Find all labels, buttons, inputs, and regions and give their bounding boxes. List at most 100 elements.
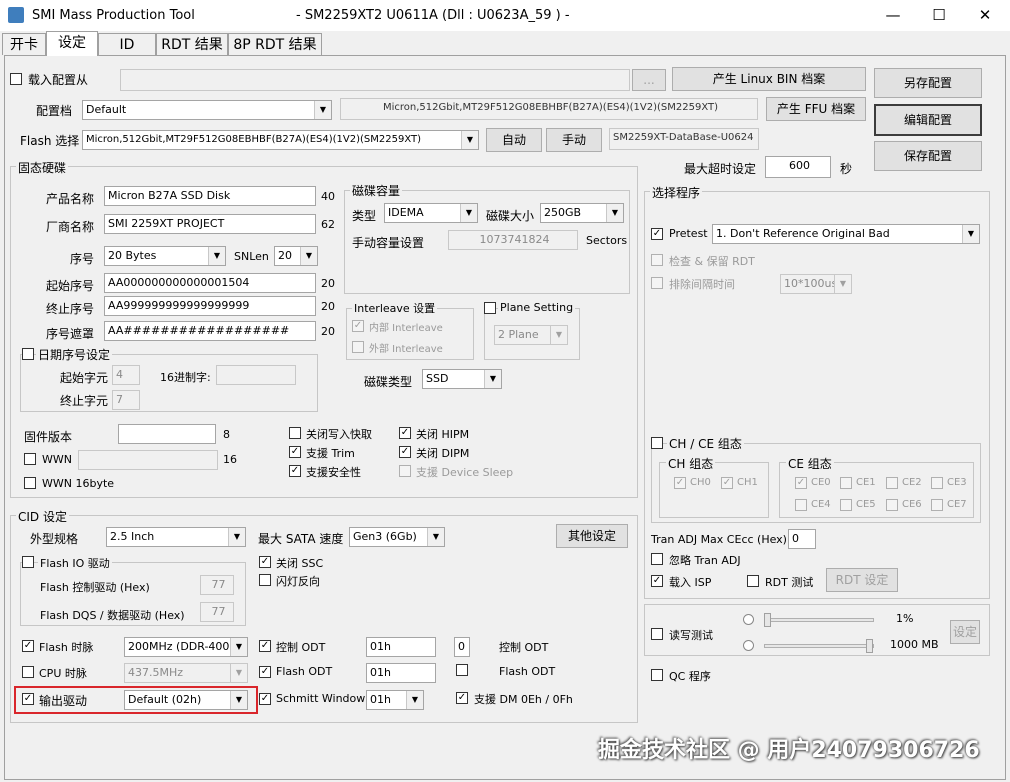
tab-open-card[interactable]: 开卡	[2, 33, 46, 55]
close-ssc-checkbox[interactable]: ✓	[259, 556, 271, 568]
manual-capacity-input[interactable]: 1073741824	[448, 230, 578, 250]
chce-checkbox[interactable]	[651, 437, 663, 449]
support-security-checkbox[interactable]: ✓	[289, 465, 301, 477]
snlen-select[interactable]: 20 ▼	[274, 246, 318, 266]
tab-settings[interactable]: 设定	[46, 31, 98, 56]
wwn-checkbox[interactable]	[24, 453, 36, 465]
rw-size-slider-thumb[interactable]	[866, 639, 873, 653]
end-serial-input[interactable]: AA999999999999999999	[104, 296, 316, 316]
schmitt-checkbox[interactable]: ✓	[259, 693, 271, 705]
ctrl-odt-input[interactable]: 01h	[366, 637, 436, 657]
ce3-checkbox[interactable]	[931, 477, 943, 489]
sata-speed-select[interactable]: Gen3 (6Gb) ▼	[349, 527, 445, 547]
linux-bin-button[interactable]: 产生 Linux BIN 档案	[672, 67, 866, 91]
flash-select[interactable]: Micron,512Gbit,MT29F512G08EBHBF(B27A)(ES…	[82, 130, 479, 150]
ce5-checkbox[interactable]	[840, 499, 852, 511]
rw-size-slider-track[interactable]	[764, 644, 874, 648]
load-config-checkbox[interactable]	[10, 73, 22, 85]
ctrl-odt2-input[interactable]: 0	[454, 637, 470, 657]
product-name-input[interactable]: Micron B27A SSD Disk	[104, 186, 316, 206]
output-drive-checkbox[interactable]: ✓	[22, 693, 34, 705]
auto-button[interactable]: 自动	[486, 128, 542, 152]
end-char-input[interactable]: 7	[112, 390, 140, 410]
rw-setting-button[interactable]: 设定	[950, 620, 980, 644]
flash-ctrl-input[interactable]: 77	[200, 575, 234, 595]
write-cache-checkbox[interactable]	[289, 427, 301, 439]
flash-io-checkbox[interactable]	[22, 556, 34, 568]
load-isp-checkbox[interactable]: ✓	[651, 575, 663, 587]
ctrl-odt-checkbox[interactable]: ✓	[259, 640, 271, 652]
ce4-checkbox[interactable]	[795, 499, 807, 511]
pretest-checkbox[interactable]: ✓	[651, 228, 663, 240]
wwn16-checkbox[interactable]	[24, 477, 36, 489]
save-config-button[interactable]: 保存配置	[874, 141, 982, 171]
check-rdt-checkbox[interactable]	[651, 254, 663, 266]
interval-select[interactable]: 10*100us ▼	[780, 274, 852, 294]
maximize-button[interactable]: ☐	[916, 0, 962, 31]
disk-type-select[interactable]: SSD ▼	[422, 369, 502, 389]
start-serial-input[interactable]: AA000000000000001504	[104, 273, 316, 293]
wwn-input[interactable]	[78, 450, 218, 470]
firmware-input[interactable]	[118, 424, 216, 444]
vendor-name-input[interactable]: SMI 2259XT PROJECT	[104, 214, 316, 234]
rw-size-radio[interactable]	[743, 640, 754, 651]
ce0-checkbox[interactable]: ✓	[795, 477, 807, 489]
flash-odt2-checkbox[interactable]	[456, 664, 468, 676]
pretest-select[interactable]: 1. Don't Reference Original Bad ▼	[712, 224, 980, 244]
timeout-input[interactable]: 600	[765, 156, 831, 178]
support-trim-checkbox[interactable]: ✓	[289, 446, 301, 458]
flash-dqs-input[interactable]: 77	[200, 602, 234, 622]
flash-clock-checkbox[interactable]: ✓	[22, 640, 34, 652]
serial-select[interactable]: 20 Bytes ▼	[104, 246, 226, 266]
tran-adj-input[interactable]: 0	[788, 529, 816, 549]
support-dm-checkbox[interactable]: ✓	[456, 692, 468, 704]
config-path-input[interactable]	[120, 69, 630, 91]
other-settings-button[interactable]: 其他设定	[556, 524, 628, 548]
start-char-input[interactable]: 4	[112, 365, 140, 385]
ffu-button[interactable]: 产生 FFU 档案	[766, 97, 866, 121]
minimize-button[interactable]: —	[870, 0, 916, 31]
plane-setting-checkbox[interactable]	[484, 302, 496, 314]
cpu-clock-checkbox[interactable]	[22, 666, 34, 678]
serial-mask-input[interactable]: AA##################	[104, 321, 316, 341]
close-dipm-checkbox[interactable]: ✓	[399, 446, 411, 458]
save-as-config-button[interactable]: 另存配置	[874, 68, 982, 98]
ce7-checkbox[interactable]	[931, 499, 943, 511]
rdt-setting-button[interactable]: RDT 设定	[826, 568, 898, 592]
ch1-checkbox[interactable]: ✓	[721, 477, 733, 489]
hex-char-input[interactable]	[216, 365, 296, 385]
ce6-checkbox[interactable]	[886, 499, 898, 511]
close-button[interactable]: ✕	[962, 0, 1008, 31]
rw-percent-slider-thumb[interactable]	[764, 613, 771, 627]
tab-id-table[interactable]: ID Table	[98, 33, 156, 75]
internal-interleave-checkbox[interactable]: ✓	[352, 320, 364, 332]
tab-rdt-result[interactable]: RDT 结果	[156, 33, 228, 55]
flash-reverse-checkbox[interactable]	[259, 574, 271, 586]
ce2-checkbox[interactable]	[886, 477, 898, 489]
rw-percent-slider-track[interactable]	[764, 618, 874, 622]
close-hipm-checkbox[interactable]: ✓	[399, 427, 411, 439]
config-select[interactable]: Default ▼	[82, 100, 332, 120]
device-sleep-checkbox[interactable]	[399, 465, 411, 477]
flash-odt-checkbox[interactable]: ✓	[259, 666, 271, 678]
tab-8p-rdt-result[interactable]: 8P RDT 结果	[228, 33, 322, 55]
edit-config-button[interactable]: 编辑配置	[874, 104, 982, 136]
browse-button[interactable]: ...	[632, 69, 666, 91]
plane-select[interactable]: 2 Plane ▼	[494, 325, 568, 345]
manual-button[interactable]: 手动	[546, 128, 602, 152]
rdt-test-checkbox[interactable]	[747, 575, 759, 587]
schmitt-select[interactable]: 01h ▼	[366, 690, 424, 710]
date-serial-checkbox[interactable]	[22, 348, 34, 360]
output-drive-select[interactable]: Default (02h) ▼	[124, 690, 248, 710]
disk-size-select[interactable]: 250GB ▼	[540, 203, 624, 223]
capacity-type-select[interactable]: IDEMA ▼	[384, 203, 478, 223]
exclude-interval-checkbox[interactable]	[651, 277, 663, 289]
flash-odt-input[interactable]: 01h	[366, 663, 436, 683]
rw-test-checkbox[interactable]	[651, 628, 663, 640]
ignore-tran-adj-checkbox[interactable]	[651, 553, 663, 565]
cpu-clock-select[interactable]: 437.5MHz ▼	[124, 663, 248, 683]
form-factor-select[interactable]: 2.5 Inch ▼	[106, 527, 246, 547]
rw-percent-radio[interactable]	[743, 614, 754, 625]
qc-checkbox[interactable]	[651, 669, 663, 681]
external-interleave-checkbox[interactable]	[352, 341, 364, 353]
